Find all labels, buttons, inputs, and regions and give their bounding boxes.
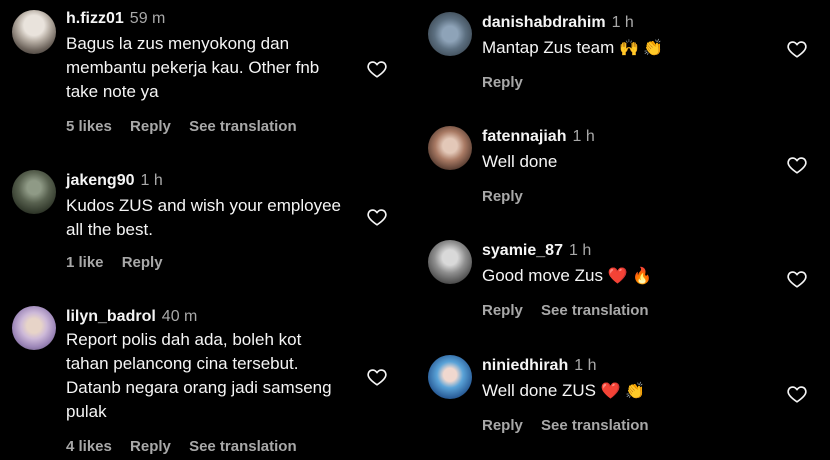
- heart-outline-icon: [787, 271, 807, 288]
- reply-button[interactable]: Reply: [130, 438, 171, 455]
- like-button[interactable]: [366, 58, 388, 80]
- heart-outline-icon: [367, 369, 387, 386]
- reply-button[interactable]: Reply: [482, 417, 523, 434]
- comment-time: 1 h: [574, 357, 597, 374]
- like-button[interactable]: [366, 366, 388, 388]
- comment-text: Mantap Zus team: [482, 38, 615, 57]
- comment-time: 1 h: [611, 14, 634, 31]
- avatar[interactable]: [428, 126, 472, 170]
- comment-username[interactable]: jakeng90: [66, 172, 134, 189]
- emoji-text: ❤️ 🔥: [607, 268, 652, 285]
- see-translation-button[interactable]: See translation: [189, 118, 297, 135]
- see-translation-button[interactable]: See translation: [189, 438, 297, 455]
- like-button[interactable]: [786, 383, 808, 405]
- comment-time: 1 h: [568, 242, 592, 259]
- comment-text-line: Kudos ZUS and wish your employee: [66, 196, 341, 215]
- emoji-text: 🙌 👏: [619, 40, 664, 57]
- comment-text-line: tahan pelancong cina tersebut.: [66, 354, 299, 373]
- comment-text-line: take note ya: [66, 82, 159, 101]
- comment-text: Well done ZUS: [482, 381, 597, 400]
- like-button[interactable]: [786, 154, 808, 176]
- comment-time: 40 m: [161, 308, 198, 325]
- reply-button[interactable]: Reply: [482, 188, 523, 205]
- comment-username[interactable]: danishabdrahim: [482, 14, 606, 31]
- see-translation-button[interactable]: See translation: [541, 302, 649, 319]
- heart-outline-icon: [787, 41, 807, 58]
- comment-text-line: Report polis dah ada, boleh kot: [66, 330, 302, 349]
- like-button[interactable]: [786, 38, 808, 60]
- reply-button[interactable]: Reply: [482, 302, 523, 319]
- comment-text-line: Bagus la zus menyokong dan: [66, 34, 290, 53]
- emoji-text: ❤️ 👏: [600, 383, 646, 400]
- comment-time: 1 h: [572, 128, 595, 145]
- avatar[interactable]: [12, 306, 56, 350]
- likes-count[interactable]: 5 likes: [66, 118, 112, 135]
- likes-count[interactable]: 1 like: [66, 254, 104, 271]
- comment-text-line: Datanb negara orang jadi samseng: [66, 378, 332, 397]
- comment-time: 1 h: [140, 172, 163, 189]
- heart-outline-icon: [367, 209, 387, 226]
- reply-button[interactable]: Reply: [122, 254, 163, 271]
- comment-text-line: all the best.: [66, 220, 153, 239]
- comment-username[interactable]: niniedhirah: [482, 357, 568, 374]
- comment-time: 59 m: [129, 10, 166, 27]
- comment-username[interactable]: h.fizz01: [66, 10, 124, 27]
- comment-text: Good move Zus: [482, 266, 603, 285]
- reply-button[interactable]: Reply: [130, 118, 171, 135]
- avatar[interactable]: [12, 10, 56, 54]
- see-translation-button[interactable]: See translation: [541, 417, 649, 434]
- likes-count[interactable]: 4 likes: [66, 438, 112, 455]
- avatar[interactable]: [12, 170, 56, 214]
- avatar[interactable]: [428, 355, 472, 399]
- heart-outline-icon: [787, 157, 807, 174]
- avatar[interactable]: [428, 240, 472, 284]
- avatar[interactable]: [428, 12, 472, 56]
- heart-outline-icon: [367, 61, 387, 78]
- comment-text-line: pulak: [66, 402, 107, 421]
- reply-button[interactable]: Reply: [482, 74, 523, 91]
- comment-username[interactable]: lilyn_badrol: [66, 308, 156, 325]
- comment-username[interactable]: fatennajiah: [482, 128, 566, 145]
- like-button[interactable]: [786, 268, 808, 290]
- like-button[interactable]: [366, 206, 388, 228]
- heart-outline-icon: [787, 386, 807, 403]
- comment-username[interactable]: syamie_87: [482, 242, 563, 259]
- comment-text: Well done: [482, 152, 558, 171]
- comment-text-line: membantu pekerja kau. Other fnb: [66, 58, 320, 77]
